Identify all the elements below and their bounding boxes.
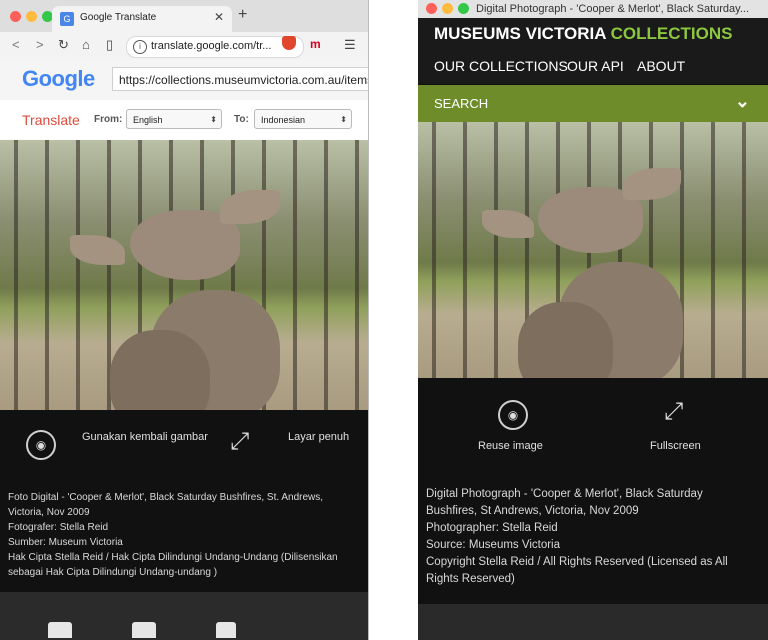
- kangaroo-photo[interactable]: [0, 140, 368, 410]
- fullscreen-label[interactable]: Fullscreen: [650, 440, 701, 452]
- to-language-value: Indonesian: [261, 115, 306, 125]
- translate-browser-window: G Google Translate ✕ + < > ↻ ⌂ ▯ i trans…: [0, 0, 369, 640]
- page-footer-strip: [418, 604, 768, 640]
- kangaroo-photo[interactable]: [418, 122, 768, 378]
- back-icon[interactable]: <: [12, 37, 20, 52]
- camera-icon[interactable]: [48, 622, 72, 638]
- browser-toolbar: < > ↻ ⌂ ▯ i translate.google.com/tr... m…: [0, 32, 368, 61]
- reload-icon[interactable]: ↻: [58, 37, 69, 53]
- reuse-image-icon[interactable]: ◉: [498, 400, 528, 430]
- site-logo[interactable]: MUSEUMS VICTORIA COLLECTIONS: [434, 24, 732, 44]
- caption-copyright: Hak Cipta Stella Reid / Hak Cipta Dilind…: [8, 552, 341, 578]
- proxied-url-field[interactable]: https://collections.museumvictoria.com.a…: [112, 67, 368, 91]
- image-action-panel: ◉ Reuse image ⤢ Fullscreen Digital Photo…: [418, 378, 768, 604]
- address-bar[interactable]: i translate.google.com/tr...: [126, 36, 304, 58]
- address-text: translate.google.com/tr...: [151, 40, 272, 52]
- to-language-select[interactable]: Indonesian ⬍: [254, 109, 352, 129]
- menu-icon[interactable]: ☰: [344, 37, 356, 53]
- google-translate-favicon-icon: G: [60, 12, 74, 26]
- bookmark-icon[interactable]: ▯: [106, 37, 113, 53]
- tab-bar: G Google Translate ✕ +: [0, 0, 368, 32]
- caption-source: Source: Museums Victoria: [426, 539, 561, 551]
- close-tab-icon[interactable]: ✕: [214, 10, 224, 24]
- image-action-panel: ◉ Gunakan kembali gambar ⤢ Layar penuh F…: [0, 410, 368, 592]
- site-header: MUSEUMS VICTORIA COLLECTIONS OUR COLLECT…: [418, 18, 768, 84]
- brave-shield-icon[interactable]: [282, 36, 296, 50]
- caption-title: Foto Digital - 'Cooper & Merlot', Black …: [8, 492, 326, 518]
- google-logo-text: Google: [22, 66, 95, 91]
- kangaroo-ear: [220, 190, 280, 224]
- close-window-icon[interactable]: [426, 3, 437, 14]
- fullscreen-icon[interactable]: ⤢: [664, 400, 683, 424]
- caption-photographer: Photographer: Stella Reid: [426, 522, 558, 534]
- chevron-down-icon[interactable]: ⌄: [735, 91, 750, 112]
- window-title-bar: Digital Photograph - 'Cooper & Merlot', …: [418, 0, 768, 19]
- zoom-window-icon[interactable]: [458, 3, 469, 14]
- reuse-image-label[interactable]: Gunakan kembali gambar: [82, 431, 208, 443]
- caption-photographer: Fotografer: Stella Reid: [8, 522, 109, 533]
- new-tab-icon[interactable]: +: [238, 6, 247, 24]
- minimize-window-icon[interactable]: [442, 3, 453, 14]
- to-label: To:: [234, 114, 249, 125]
- kangaroo-ear: [623, 168, 681, 200]
- window-title: Digital Photograph - 'Cooper & Merlot', …: [476, 3, 750, 15]
- search-toggle[interactable]: SEARCH ⌄: [418, 85, 768, 122]
- brand-collections: COLLECTIONS: [610, 24, 733, 43]
- forward-icon[interactable]: >: [36, 37, 44, 52]
- extension-m-icon[interactable]: m: [310, 37, 321, 51]
- reuse-image-label[interactable]: Reuse image: [478, 440, 543, 452]
- search-label: SEARCH: [434, 96, 489, 111]
- fullscreen-icon[interactable]: ⤢: [230, 430, 249, 454]
- caption-title: Digital Photograph - 'Cooper & Merlot', …: [426, 488, 706, 517]
- brand-museums: MUSEUMS VICTORIA: [434, 24, 606, 43]
- caption-source: Sumber: Museum Victoria: [8, 537, 123, 548]
- fullscreen-label[interactable]: Layar penuh: [288, 431, 349, 443]
- nav-our-collections[interactable]: OUR COLLECTIONS: [434, 58, 568, 74]
- museum-browser-window: Digital Photograph - 'Cooper & Merlot', …: [418, 0, 768, 640]
- minimize-window-icon[interactable]: [26, 11, 37, 22]
- tab-google-translate[interactable]: G Google Translate ✕: [52, 6, 232, 32]
- close-window-icon[interactable]: [10, 11, 21, 22]
- home-icon[interactable]: ⌂: [82, 37, 90, 52]
- kangaroo-body-second: [110, 330, 210, 410]
- from-label: From:: [94, 114, 123, 125]
- nav-about[interactable]: ABOUT: [637, 58, 685, 74]
- audio-icon[interactable]: [216, 622, 236, 638]
- translate-language-bar: Translate From: English ⬍ To: Indonesian…: [0, 100, 368, 140]
- google-translate-header: Google https://collections.museumvictori…: [0, 60, 368, 101]
- video-icon[interactable]: [132, 622, 156, 638]
- nav-our-api[interactable]: OUR API: [567, 58, 624, 74]
- tab-title: Google Translate: [80, 12, 157, 23]
- kangaroo-body-second: [518, 302, 613, 378]
- kangaroo-ear-second: [70, 235, 125, 265]
- photo-caption: Foto Digital - 'Cooper & Merlot', Black …: [8, 490, 348, 580]
- caption-copyright: Copyright Stella Reid / All Rights Reser…: [426, 556, 731, 585]
- from-language-value: English: [133, 115, 163, 125]
- select-arrows-icon: ⬍: [210, 115, 217, 124]
- google-logo[interactable]: Google: [22, 66, 95, 92]
- from-language-select[interactable]: English ⬍: [126, 109, 222, 129]
- reuse-image-icon[interactable]: ◉: [26, 430, 56, 460]
- kangaroo-ear-second: [482, 210, 534, 238]
- select-arrows-icon: ⬍: [340, 115, 347, 124]
- photo-caption: Digital Photograph - 'Cooper & Merlot', …: [426, 486, 752, 588]
- site-info-icon[interactable]: i: [133, 40, 147, 54]
- media-type-bar: [0, 592, 368, 640]
- translate-link[interactable]: Translate: [22, 112, 80, 128]
